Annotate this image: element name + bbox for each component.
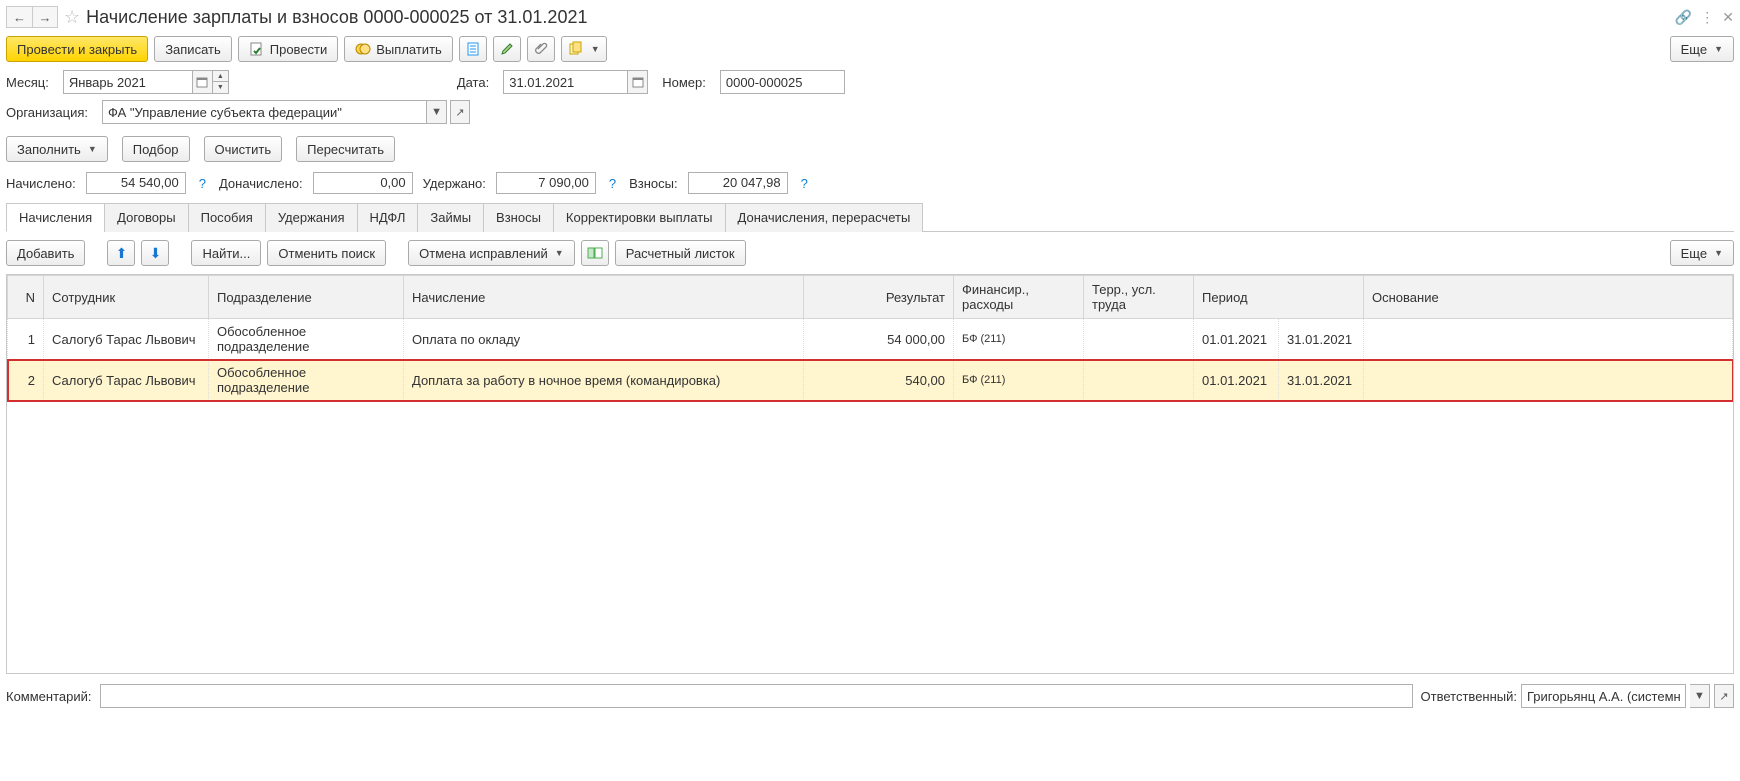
- withheld-label: Удержано:: [423, 176, 486, 191]
- attach-button[interactable]: [527, 36, 555, 62]
- add-row-button[interactable]: Добавить: [6, 240, 85, 266]
- col-period[interactable]: Период: [1194, 276, 1364, 319]
- month-down-button[interactable]: ▼: [213, 82, 229, 94]
- docs-icon: [568, 41, 584, 57]
- table-header-row: N Сотрудник Подразделение Начисление Рез…: [8, 276, 1733, 319]
- paperclip-icon: [533, 41, 549, 57]
- table-row[interactable]: 2Салогуб Тарас ЛьвовичОбособленное подра…: [8, 360, 1733, 401]
- comment-label: Комментарий:: [6, 689, 92, 704]
- col-terr[interactable]: Терр., усл. труда: [1084, 276, 1194, 319]
- move-down-button[interactable]: ⬇: [141, 240, 169, 266]
- tab-6[interactable]: Взносы: [483, 203, 554, 232]
- responsible-input[interactable]: [1521, 684, 1686, 708]
- post-and-close-button[interactable]: Провести и закрыть: [6, 36, 148, 62]
- month-up-button[interactable]: ▲: [213, 70, 229, 82]
- menu-dots-icon[interactable]: ⋮: [1700, 9, 1714, 26]
- table-row[interactable]: 1Салогуб Тарас ЛьвовичОбособленное подра…: [8, 319, 1733, 360]
- col-result[interactable]: Результат: [804, 276, 954, 319]
- additional-value: 0,00: [313, 172, 413, 194]
- clear-button[interactable]: Очистить: [204, 136, 283, 162]
- contrib-value: 20 047,98: [688, 172, 788, 194]
- month-input[interactable]: [63, 70, 193, 94]
- cancel-find-button: Отменить поиск: [267, 240, 386, 266]
- col-n[interactable]: N: [8, 276, 44, 319]
- move-up-button[interactable]: ⬆: [107, 240, 135, 266]
- favorite-star-icon[interactable]: ☆: [64, 7, 80, 28]
- window-title: Начисление зарплаты и взносов 0000-00002…: [86, 7, 587, 28]
- report-button[interactable]: [459, 36, 487, 62]
- date-input[interactable]: [503, 70, 628, 94]
- col-basis[interactable]: Основание: [1364, 276, 1733, 319]
- org-label: Организация:: [6, 105, 88, 120]
- tab-8[interactable]: Доначисления, перерасчеты: [725, 203, 924, 232]
- tab-1[interactable]: Договоры: [104, 203, 188, 232]
- month-label: Месяц:: [6, 75, 49, 90]
- accrued-help-icon[interactable]: ?: [196, 176, 209, 191]
- org-open-icon[interactable]: ↗: [450, 100, 470, 124]
- contrib-label: Взносы:: [629, 176, 678, 191]
- edit-button[interactable]: [493, 36, 521, 62]
- tab-more-button[interactable]: Еще▼: [1670, 240, 1734, 266]
- responsible-open-icon[interactable]: ↗: [1714, 684, 1734, 708]
- tab-5[interactable]: Займы: [417, 203, 484, 232]
- tab-3[interactable]: Удержания: [265, 203, 358, 232]
- find-button[interactable]: Найти...: [191, 240, 261, 266]
- responsible-dropdown-icon[interactable]: ▼: [1690, 684, 1710, 708]
- payslip-button[interactable]: Расчетный листок: [615, 240, 746, 266]
- tab-7[interactable]: Корректировки выплаты: [553, 203, 726, 232]
- accrued-value: 54 540,00: [86, 172, 186, 194]
- col-accrual[interactable]: Начисление: [404, 276, 804, 319]
- tab-4[interactable]: НДФЛ: [357, 203, 419, 232]
- save-button[interactable]: Записать: [154, 36, 232, 62]
- nav-forward-button[interactable]: →: [32, 6, 58, 28]
- cancel-fix-button[interactable]: Отмена исправлений▼: [408, 240, 575, 266]
- document-icon: [465, 41, 481, 57]
- number-label: Номер:: [662, 75, 706, 90]
- money-icon: [355, 41, 371, 57]
- link-icon[interactable]: 🔗: [1675, 9, 1692, 26]
- pencil-icon: [499, 41, 515, 57]
- tab-0[interactable]: Начисления: [6, 203, 105, 232]
- contrib-help-icon[interactable]: ?: [798, 176, 811, 191]
- col-finance[interactable]: Финансир., расходы: [954, 276, 1084, 319]
- number-input[interactable]: [720, 70, 845, 94]
- month-calendar-icon[interactable]: [193, 70, 213, 94]
- date-calendar-icon[interactable]: [628, 70, 648, 94]
- post-icon: [249, 41, 265, 57]
- recalc-button: Пересчитать: [296, 136, 395, 162]
- show-details-button[interactable]: [581, 240, 609, 266]
- col-employee[interactable]: Сотрудник: [44, 276, 209, 319]
- org-dropdown-icon[interactable]: ▼: [427, 100, 447, 124]
- additional-label: Доначислено:: [219, 176, 303, 191]
- withheld-value: 7 090,00: [496, 172, 596, 194]
- post-button[interactable]: Провести: [238, 36, 339, 62]
- more-button[interactable]: Еще▼: [1670, 36, 1734, 62]
- responsible-label: Ответственный:: [1421, 689, 1517, 704]
- grid-detail-icon: [587, 245, 603, 261]
- org-input[interactable]: [102, 100, 427, 124]
- accrued-label: Начислено:: [6, 176, 76, 191]
- basis-button[interactable]: ▼: [561, 36, 607, 62]
- close-icon[interactable]: ✕: [1722, 9, 1734, 26]
- nav-back-button[interactable]: ←: [6, 6, 32, 28]
- date-label: Дата:: [457, 75, 489, 90]
- pick-button[interactable]: Подбор: [122, 136, 190, 162]
- col-dept[interactable]: Подразделение: [209, 276, 404, 319]
- tab-2[interactable]: Пособия: [188, 203, 266, 232]
- fill-button[interactable]: Заполнить▼: [6, 136, 108, 162]
- withheld-help-icon[interactable]: ?: [606, 176, 619, 191]
- comment-input[interactable]: [100, 684, 1413, 708]
- pay-button[interactable]: Выплатить: [344, 36, 453, 62]
